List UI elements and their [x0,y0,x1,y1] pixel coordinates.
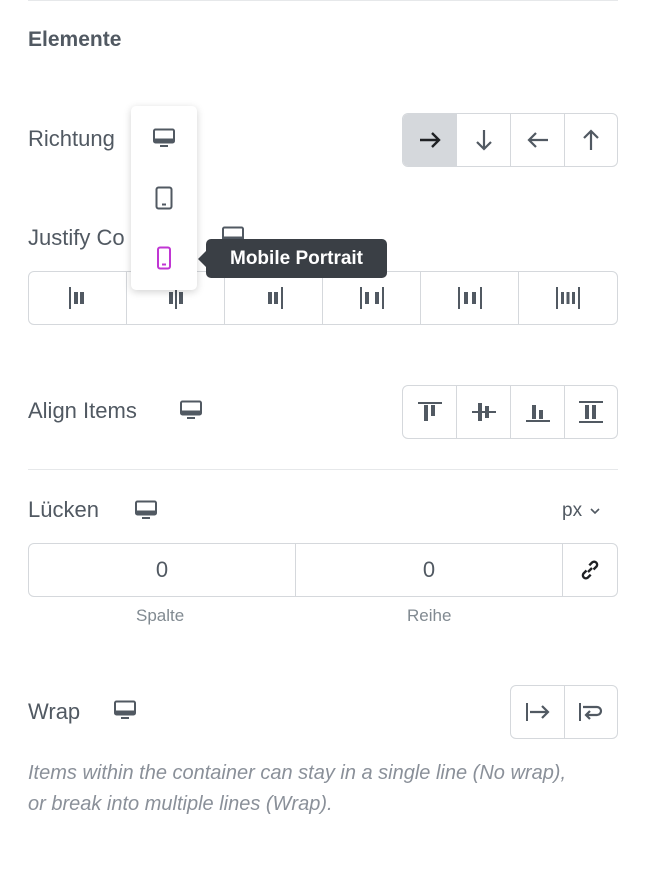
link-icon [581,560,599,580]
arrow-left-icon [526,132,548,148]
gap-column-input[interactable]: 0 [29,544,296,596]
device-desktop-option[interactable] [131,108,197,168]
gap-column-caption: Spalte [136,606,185,625]
arrow-down-icon [475,130,492,151]
link-values-button[interactable] [563,544,617,596]
align-center-icon [471,403,496,421]
unit-value: px [562,500,583,521]
device-mobile-option[interactable] [131,228,197,288]
device-switcher-dropdown [131,106,197,290]
justify-space-between-icon [359,287,384,309]
nowrap-button[interactable] [511,686,565,738]
direction-column-reverse-button[interactable] [565,114,617,166]
align-stretch-icon [579,401,603,423]
arrow-right-icon [419,132,441,148]
direction-row-button[interactable] [403,114,457,166]
align-center-button[interactable] [457,386,511,438]
align-start-icon [417,402,442,421]
justify-space-between-button[interactable] [323,272,421,324]
top-divider [28,0,618,1]
direction-control [402,113,618,167]
align-items-label: Align Items [28,398,137,423]
gap-row-input[interactable]: 0 [296,544,563,596]
nowrap-icon [525,703,550,721]
align-stretch-button[interactable] [565,386,617,438]
wrap-button[interactable] [565,686,617,738]
section-title: Elemente [28,28,122,51]
align-start-button[interactable] [403,386,457,438]
tablet-icon [155,186,173,210]
arrow-up-icon [583,129,599,150]
justify-start-button[interactable] [29,272,127,324]
justify-space-evenly-button[interactable] [519,272,617,324]
justify-end-button[interactable] [225,272,323,324]
justify-space-around-button[interactable] [421,272,519,324]
gaps-responsive-desktop-icon[interactable] [134,500,158,520]
justify-end-icon [267,287,283,309]
direction-label: Richtung [28,126,115,151]
device-tooltip: Mobile Portrait [197,239,388,278]
wrap-control [510,685,618,739]
align-end-button[interactable] [511,386,565,438]
section-divider [28,469,618,470]
wrap-help-text: Items within the container can stay in a… [28,762,567,815]
wrap-icon [579,703,603,721]
justify-control [28,271,618,325]
justify-start-icon [68,287,84,309]
justify-space-around-icon [457,287,482,309]
align-responsive-desktop-icon[interactable] [179,400,203,420]
align-items-control [402,385,618,439]
align-end-icon [525,405,550,422]
chevron-down-icon [590,508,600,515]
gaps-inputs: 0 0 [28,543,618,597]
wrap-responsive-desktop-icon[interactable] [113,700,137,720]
wrap-label: Wrap [28,699,81,724]
desktop-icon [153,128,175,147]
justify-space-evenly-icon [556,287,580,309]
device-tablet-option[interactable] [131,168,197,228]
mobile-icon [157,246,171,270]
gap-row-caption: Reihe [407,606,452,625]
gaps-label: Lücken [28,497,99,522]
unit-selector[interactable]: px [562,500,600,522]
justify-label: Justify Co [28,225,125,250]
direction-row-reverse-button[interactable] [511,114,565,166]
direction-column-button[interactable] [457,114,511,166]
